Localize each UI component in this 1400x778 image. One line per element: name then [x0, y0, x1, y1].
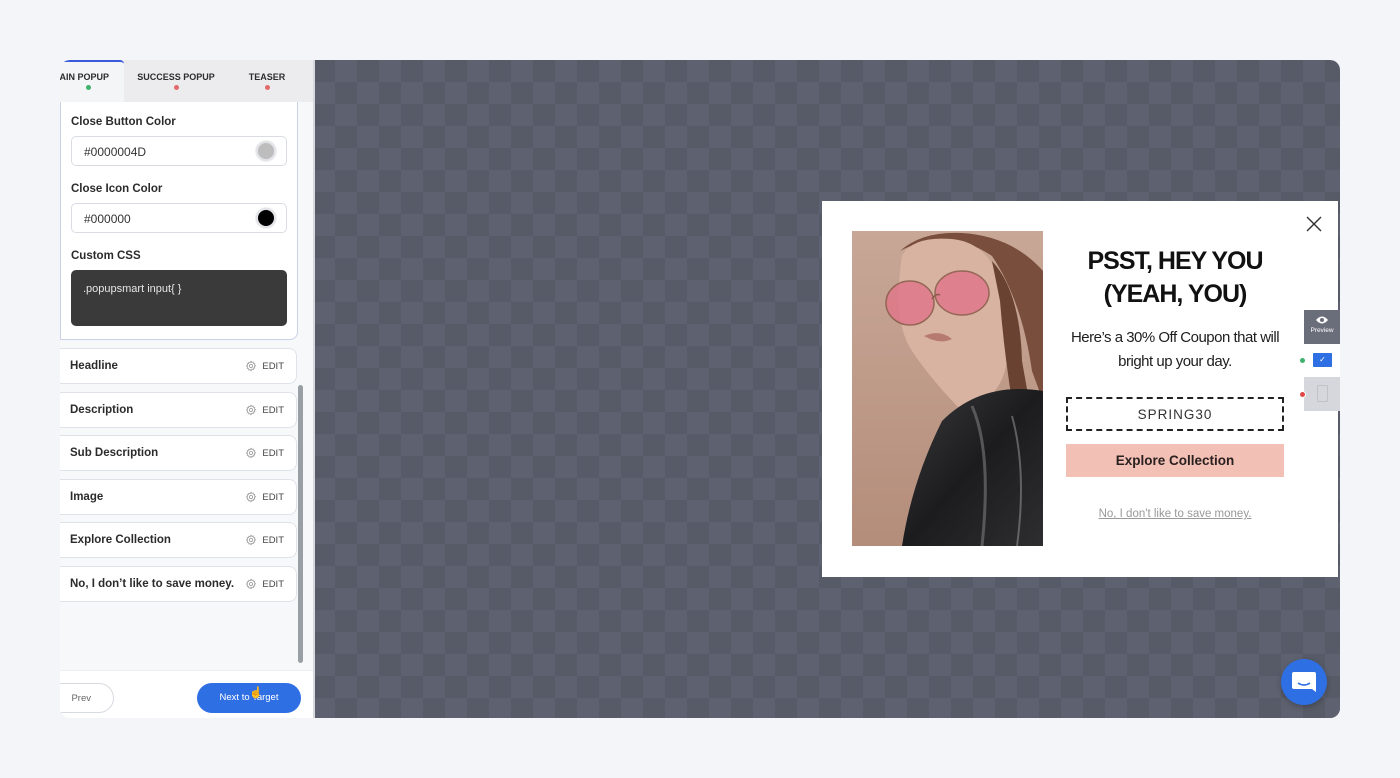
pointer-cursor-icon: ☝: [249, 687, 263, 699]
edit-label: EDIT: [262, 360, 284, 372]
tab-label: SUCCESS POPUP: [137, 72, 215, 82]
sidebar-scrollbar[interactable]: [298, 385, 303, 663]
description-line: Here’s a 30% Off Coupon that will: [1070, 329, 1280, 346]
gear-icon: [246, 404, 257, 416]
gear-icon: [246, 578, 257, 590]
popup-image[interactable]: [852, 231, 1043, 546]
popup-headline: PSST, HEY YOU (YEAH, YOU): [1062, 245, 1288, 311]
edit-button[interactable]: EDIT: [245, 404, 284, 416]
headline-line: PSST, HEY YOU: [1087, 247, 1263, 275]
coupon-code-box[interactable]: SPRING30: [1066, 397, 1284, 431]
status-dot-green: [85, 85, 91, 90]
element-row-image[interactable]: Image EDIT: [60, 479, 297, 515]
device-toggle: Preview ✓: [1299, 310, 1340, 412]
canvas-divider: [313, 60, 315, 718]
element-name: No, I don’t like to save money.: [70, 578, 235, 590]
preview-button[interactable]: Preview: [1304, 310, 1340, 344]
tab-label: MAIN POPUP: [60, 72, 110, 82]
model-illustration: [852, 231, 1043, 546]
element-name: Image: [70, 491, 104, 503]
chat-launcher-button[interactable]: [1281, 659, 1327, 705]
eye-icon: [1316, 316, 1328, 324]
desktop-status-dot: [1299, 357, 1306, 364]
mobile-icon: [1317, 385, 1328, 402]
edit-label: EDIT: [262, 491, 284, 503]
close-icon-color-label: Close Icon Color: [71, 183, 163, 195]
explore-collection-button[interactable]: Explore Collection: [1066, 444, 1284, 477]
edit-button[interactable]: EDIT: [245, 578, 284, 590]
tab-teaser[interactable]: TEASER: [230, 60, 304, 102]
preview-label: Preview: [1310, 327, 1334, 334]
gear-icon: [246, 491, 257, 503]
description-line: bright up your day.: [1118, 353, 1232, 370]
close-button-color-input[interactable]: #0000004D: [71, 136, 287, 166]
close-icon[interactable]: [1305, 215, 1323, 233]
custom-css-label: Custom CSS: [71, 250, 141, 262]
color-swatch[interactable]: [256, 208, 276, 228]
status-dot-red: [173, 85, 179, 90]
prev-button[interactable]: Prev: [60, 683, 114, 713]
edit-label: EDIT: [262, 404, 284, 416]
close-button-color-label: Close Button Color: [71, 116, 176, 128]
popup-tabs: MAIN POPUP SUCCESS POPUP TEASER: [60, 60, 313, 102]
element-name: Headline: [70, 360, 118, 372]
mobile-view-button[interactable]: [1304, 377, 1340, 411]
color-swatch[interactable]: [256, 141, 276, 161]
desktop-icon: ✓: [1313, 353, 1332, 367]
close-button-color-value: #0000004D: [84, 145, 147, 159]
decline-link[interactable]: No, I don't like to save money.: [1066, 508, 1284, 520]
element-row-decline-link[interactable]: No, I don’t like to save money. EDIT: [60, 566, 297, 602]
preview-canvas: PSST, HEY YOU (YEAH, YOU) Here’s a 30% O…: [313, 60, 1340, 718]
edit-label: EDIT: [262, 578, 284, 590]
mobile-status-dot: [1299, 391, 1306, 398]
popup-description: Here’s a 30% Off Coupon that will bright…: [1058, 326, 1292, 374]
popup-preview: PSST, HEY YOU (YEAH, YOU) Here’s a 30% O…: [822, 201, 1338, 577]
element-row-headline[interactable]: Headline EDIT: [60, 348, 297, 384]
tab-success-popup[interactable]: SUCCESS POPUP: [130, 60, 222, 102]
tab-main-popup[interactable]: MAIN POPUP: [60, 60, 124, 102]
element-row-explore-collection[interactable]: Explore Collection EDIT: [60, 522, 297, 558]
gear-icon: [246, 447, 257, 459]
element-name: Explore Collection: [70, 534, 171, 546]
element-name: Description: [70, 404, 134, 416]
edit-label: EDIT: [262, 534, 284, 546]
sidebar-footer: Prev Next to Target ☝: [60, 670, 313, 718]
tab-label: TEASER: [248, 72, 286, 82]
custom-css-editor[interactable]: .popupsmart input{ }: [71, 270, 287, 326]
edit-button[interactable]: EDIT: [245, 360, 284, 372]
element-row-description[interactable]: Description EDIT: [60, 392, 297, 428]
edit-button[interactable]: EDIT: [245, 491, 284, 503]
headline-line: (YEAH, YOU): [1103, 280, 1248, 308]
edit-button[interactable]: EDIT: [245, 534, 284, 546]
gear-icon: [246, 360, 257, 372]
popup-builder-app: MAIN POPUP SUCCESS POPUP TEASER Close Bu…: [60, 60, 1340, 718]
element-name: Sub Description: [70, 447, 159, 459]
chat-icon: [1292, 672, 1316, 692]
edit-label: EDIT: [262, 447, 284, 459]
close-icon-color-value: #000000: [84, 212, 131, 226]
edit-button[interactable]: EDIT: [245, 447, 284, 459]
status-dot-red: [264, 85, 270, 90]
close-icon-color-input[interactable]: #000000: [71, 203, 287, 233]
gear-icon: [246, 534, 257, 546]
close-button-settings: Close Button Color #0000004D Close Icon …: [60, 102, 298, 340]
sidebar: MAIN POPUP SUCCESS POPUP TEASER Close Bu…: [60, 60, 313, 718]
element-row-sub-description[interactable]: Sub Description EDIT: [60, 435, 297, 471]
desktop-view-button[interactable]: ✓: [1304, 344, 1340, 377]
